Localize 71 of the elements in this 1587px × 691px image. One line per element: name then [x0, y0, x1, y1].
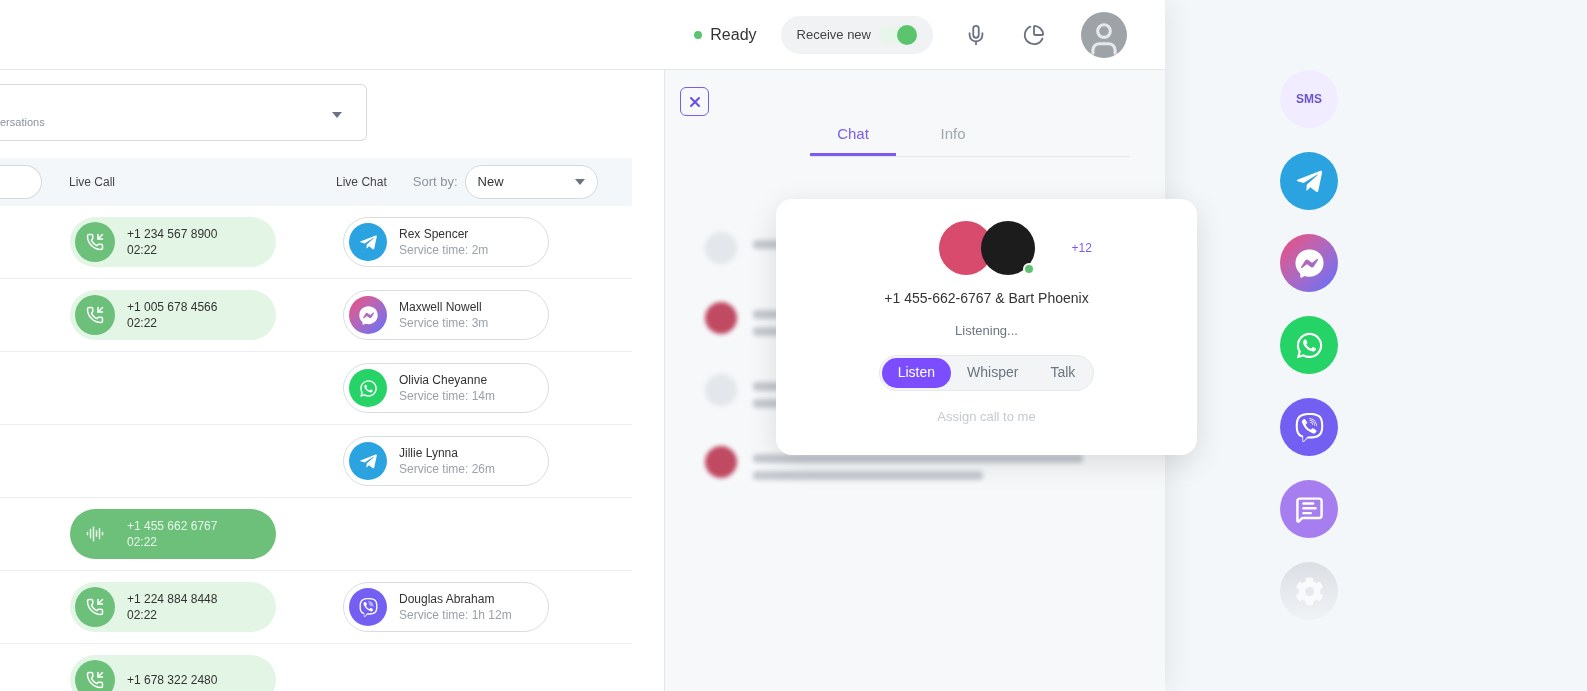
call-title: +1 455-662-6767 & Bart Phoenix — [884, 289, 1089, 308]
caret-icon — [574, 179, 585, 185]
mode-button[interactable]: Listen — [881, 357, 952, 388]
whatsapp-icon — [349, 369, 387, 407]
contact-name: Douglas Abraham — [399, 591, 496, 607]
phone-number: +1 224 884 8448 — [127, 591, 218, 607]
channel-button[interactable] — [1280, 398, 1338, 456]
call-duration: 02:22 — [127, 534, 159, 550]
phone-number: +1 234 567 8900 — [127, 226, 218, 242]
telegram-icon — [349, 442, 387, 480]
call-pill[interactable]: +1 234 567 8900 02:22 — [70, 217, 276, 267]
pie-chart-icon[interactable] — [1023, 23, 1045, 46]
contact-name: Maxwell Nowell — [399, 299, 483, 315]
sort-select[interactable]: New — [464, 165, 598, 199]
call-duration: 02:22 — [127, 242, 159, 258]
receive-new-toggle[interactable]: Receive new — [780, 15, 933, 54]
phone-incoming-icon — [75, 222, 115, 262]
call-pill[interactable]: +1 005 678 4566 02:22 — [70, 290, 276, 340]
chat-pill[interactable]: Douglas Abraham Service time: 1h 12m — [343, 582, 549, 632]
chat-bubble-icon — [1280, 480, 1338, 538]
user-avatar[interactable] — [1081, 11, 1127, 58]
channel-button[interactable] — [1280, 480, 1338, 538]
sound-wave-icon — [86, 525, 104, 543]
service-time: Service time: 1h 12m — [399, 607, 512, 623]
close-button[interactable] — [680, 87, 709, 116]
phone-incoming-icon — [75, 660, 115, 691]
telegram-icon — [1280, 152, 1338, 210]
phone-number: +1 455 662 6767 — [127, 518, 218, 534]
contact-name: Olivia Cheyanne — [399, 372, 489, 388]
messenger-icon — [349, 296, 387, 334]
phone-incoming-icon — [75, 587, 115, 627]
blurred-avatar — [705, 446, 737, 478]
more-count: +12 — [1071, 240, 1092, 257]
contact-name: Jillie Lynna — [399, 445, 459, 461]
chat-pill[interactable]: Jillie Lynna Service time: 26m — [343, 436, 549, 486]
blurred-avatar — [705, 302, 737, 334]
service-time: Service time: 14m — [399, 388, 496, 404]
mode-button[interactable]: Whisper — [951, 357, 1035, 388]
call-duration: 02:22 — [127, 315, 159, 331]
column-heading: Live Chat — [336, 174, 387, 191]
whatsapp-icon — [1280, 316, 1338, 374]
chat-pill[interactable]: Rex Spencer Service time: 2m — [343, 217, 549, 267]
call-duration: 02:22 — [127, 607, 159, 623]
mode-button[interactable]: Talk — [1034, 357, 1092, 388]
phone-number: +1 005 678 4566 — [127, 299, 218, 315]
caret-icon — [332, 112, 342, 118]
messenger-icon — [1280, 234, 1338, 292]
channel-button[interactable]: SMS — [1280, 70, 1338, 128]
call-pill[interactable]: +1 678 322 2480 — [70, 655, 276, 691]
call-status: Listening... — [955, 322, 1018, 340]
telegram-icon — [349, 223, 387, 261]
call-pill[interactable]: +1 224 884 8448 02:22 — [70, 582, 276, 632]
service-time: Service time: 26m — [399, 461, 496, 477]
channel-button[interactable] — [1280, 152, 1338, 210]
service-time: Service time: 2m — [399, 242, 489, 258]
service-time: Service time: 3m — [399, 315, 489, 331]
sms-label: SMS — [1296, 91, 1322, 108]
tab[interactable]: Chat — [810, 116, 896, 156]
sort-label: Sort by: — [412, 173, 458, 192]
chat-pill[interactable]: Olivia Cheyanne Service time: 14m — [343, 363, 549, 413]
dropdown-text: ersations — [0, 114, 45, 130]
channel-button[interactable] — [1280, 316, 1338, 374]
viber-icon — [1280, 398, 1338, 456]
viber-icon — [349, 588, 387, 626]
channel-button[interactable] — [1280, 234, 1338, 292]
status-label: Ready — [710, 24, 757, 45]
column-heading: Live Call — [69, 174, 116, 191]
phone-number: +1 678 322 2480 — [127, 672, 218, 688]
contact-name: Rex Spencer — [399, 226, 470, 242]
chat-pill[interactable]: Maxwell Nowell Service time: 3m — [343, 290, 549, 340]
phone-incoming-icon — [75, 295, 115, 335]
